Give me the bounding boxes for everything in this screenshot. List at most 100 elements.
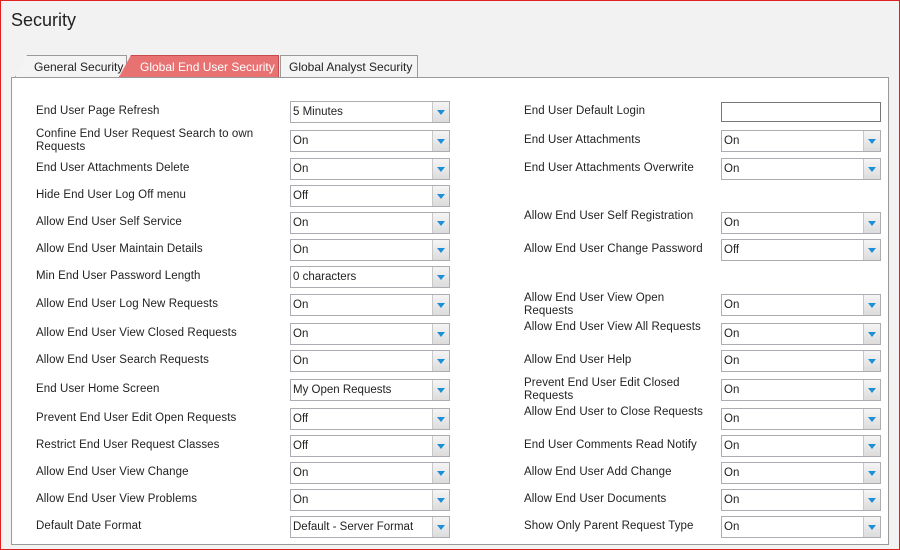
prevent-end-user-edit-closed-requests-select[interactable]: On: [721, 379, 881, 401]
select-value: On: [293, 299, 309, 311]
end-user-comments-read-notify-select[interactable]: On: [721, 435, 881, 457]
end-user-home-screen-select[interactable]: My Open Requests: [290, 379, 450, 401]
chevron-down-icon: [868, 139, 876, 144]
dropdown-button[interactable]: [432, 351, 449, 371]
dropdown-button[interactable]: [432, 159, 449, 179]
allow-end-user-view-open-requests-select[interactable]: On: [721, 294, 881, 316]
chevron-down-icon: [868, 332, 876, 337]
dropdown-button[interactable]: [432, 463, 449, 483]
chevron-down-icon: [868, 444, 876, 449]
allow-end-user-to-close-requests-select[interactable]: On: [721, 408, 881, 430]
dropdown-button[interactable]: [863, 351, 880, 371]
select-value: On: [724, 355, 740, 367]
select-value: On: [724, 521, 740, 533]
tab-global-analyst-security[interactable]: Global Analyst Security: [280, 55, 418, 77]
dropdown-button[interactable]: [863, 490, 880, 510]
end-user-attachments-delete-select[interactable]: On: [290, 158, 450, 180]
dropdown-button[interactable]: [863, 159, 880, 179]
select-value: On: [724, 384, 740, 396]
dropdown-button[interactable]: [432, 131, 449, 151]
allow-end-user-log-new-requests-select[interactable]: On: [290, 294, 450, 316]
dropdown-button[interactable]: [863, 463, 880, 483]
label-allow-end-user-view-open-requests: Allow End User View Open Requests: [524, 292, 665, 317]
chevron-down-icon: [437, 444, 445, 449]
allow-end-user-help-select[interactable]: On: [721, 350, 881, 372]
allow-end-user-view-all-requests-select[interactable]: On: [721, 323, 881, 345]
chevron-down-icon: [437, 248, 445, 253]
select-value: 5 Minutes: [293, 106, 343, 118]
hide-end-user-log-off-menu-select[interactable]: Off: [290, 185, 450, 207]
tab-global-end-user-security[interactable]: Global End User Security: [119, 55, 279, 77]
dropdown-button[interactable]: [863, 409, 880, 429]
label-allow-end-user-change-password: Allow End User Change Password: [524, 243, 703, 255]
allow-end-user-self-registration-select[interactable]: On: [721, 212, 881, 234]
chevron-down-icon: [868, 498, 876, 503]
end-user-default-login-input[interactable]: [721, 102, 881, 122]
dropdown-button[interactable]: [863, 131, 880, 151]
allow-end-user-add-change-select[interactable]: On: [721, 462, 881, 484]
show-only-parent-request-type-select[interactable]: On: [721, 516, 881, 538]
confine-end-user-request-search-to-own-requests-select[interactable]: On: [290, 130, 450, 152]
prevent-end-user-edit-open-requests-select[interactable]: Off: [290, 408, 450, 430]
end-user-attachments-select[interactable]: On: [721, 130, 881, 152]
dropdown-button[interactable]: [863, 436, 880, 456]
select-value: On: [724, 413, 740, 425]
allow-end-user-view-change-select[interactable]: On: [290, 462, 450, 484]
dropdown-button[interactable]: [863, 213, 880, 233]
allow-end-user-view-closed-requests-select[interactable]: On: [290, 323, 450, 345]
dropdown-button[interactable]: [432, 436, 449, 456]
select-value: On: [293, 328, 309, 340]
allow-end-user-documents-select[interactable]: On: [721, 489, 881, 511]
label-allow-end-user-self-service: Allow End User Self Service: [36, 216, 182, 228]
allow-end-user-search-requests-select[interactable]: On: [290, 350, 450, 372]
dropdown-button[interactable]: [432, 102, 449, 122]
tab-bar: General Security Global End User Securit…: [1, 53, 899, 77]
security-window: Security General Security Global End Use…: [0, 0, 900, 550]
label-prevent-end-user-edit-closed-requests: Prevent End User Edit Closed Requests: [524, 377, 680, 402]
label-allow-end-user-help: Allow End User Help: [524, 354, 632, 366]
select-value: On: [724, 217, 740, 229]
dropdown-button[interactable]: [432, 324, 449, 344]
label-allow-end-user-view-closed-requests: Allow End User View Closed Requests: [36, 327, 237, 339]
select-value: Off: [293, 440, 309, 452]
dropdown-button[interactable]: [432, 517, 449, 537]
dropdown-button[interactable]: [863, 295, 880, 315]
dropdown-button[interactable]: [432, 380, 449, 400]
min-end-user-password-length-select[interactable]: 0 characters: [290, 266, 450, 288]
dropdown-button[interactable]: [432, 409, 449, 429]
chevron-down-icon: [437, 471, 445, 476]
select-value: My Open Requests: [293, 384, 392, 396]
dropdown-button[interactable]: [432, 186, 449, 206]
dropdown-button[interactable]: [432, 267, 449, 287]
allow-end-user-change-password-select[interactable]: Off: [721, 239, 881, 261]
dropdown-button[interactable]: [432, 295, 449, 315]
label-allow-end-user-add-change: Allow End User Add Change: [524, 466, 672, 478]
select-value: On: [724, 328, 740, 340]
chevron-down-icon: [868, 303, 876, 308]
restrict-end-user-request-classes-select[interactable]: Off: [290, 435, 450, 457]
dropdown-button[interactable]: [432, 240, 449, 260]
label-end-user-attachments-delete: End User Attachments Delete: [36, 162, 190, 174]
label-hide-end-user-log-off-menu: Hide End User Log Off menu: [36, 189, 187, 201]
tab-general-security[interactable]: General Security: [15, 55, 127, 77]
dropdown-button[interactable]: [432, 490, 449, 510]
dropdown-button[interactable]: [863, 240, 880, 260]
label-end-user-home-screen: End User Home Screen: [36, 383, 160, 395]
label-allow-end-user-log-new-requests: Allow End User Log New Requests: [36, 298, 219, 310]
select-value: On: [293, 467, 309, 479]
allow-end-user-maintain-details-select[interactable]: On: [290, 239, 450, 261]
page-title: Security: [11, 10, 77, 30]
select-value: Off: [724, 244, 740, 256]
label-allow-end-user-search-requests: Allow End User Search Requests: [36, 354, 210, 366]
allow-end-user-self-service-select[interactable]: On: [290, 212, 450, 234]
select-value: On: [293, 355, 309, 367]
dropdown-button[interactable]: [863, 380, 880, 400]
end-user-page-refresh-select[interactable]: 5 Minutes: [290, 101, 450, 123]
default-date-format-select[interactable]: Default - Server Format: [290, 516, 450, 538]
select-value: On: [293, 494, 309, 506]
dropdown-button[interactable]: [432, 213, 449, 233]
allow-end-user-view-problems-select[interactable]: On: [290, 489, 450, 511]
dropdown-button[interactable]: [863, 324, 880, 344]
end-user-attachments-overwrite-select[interactable]: On: [721, 158, 881, 180]
dropdown-button[interactable]: [863, 517, 880, 537]
